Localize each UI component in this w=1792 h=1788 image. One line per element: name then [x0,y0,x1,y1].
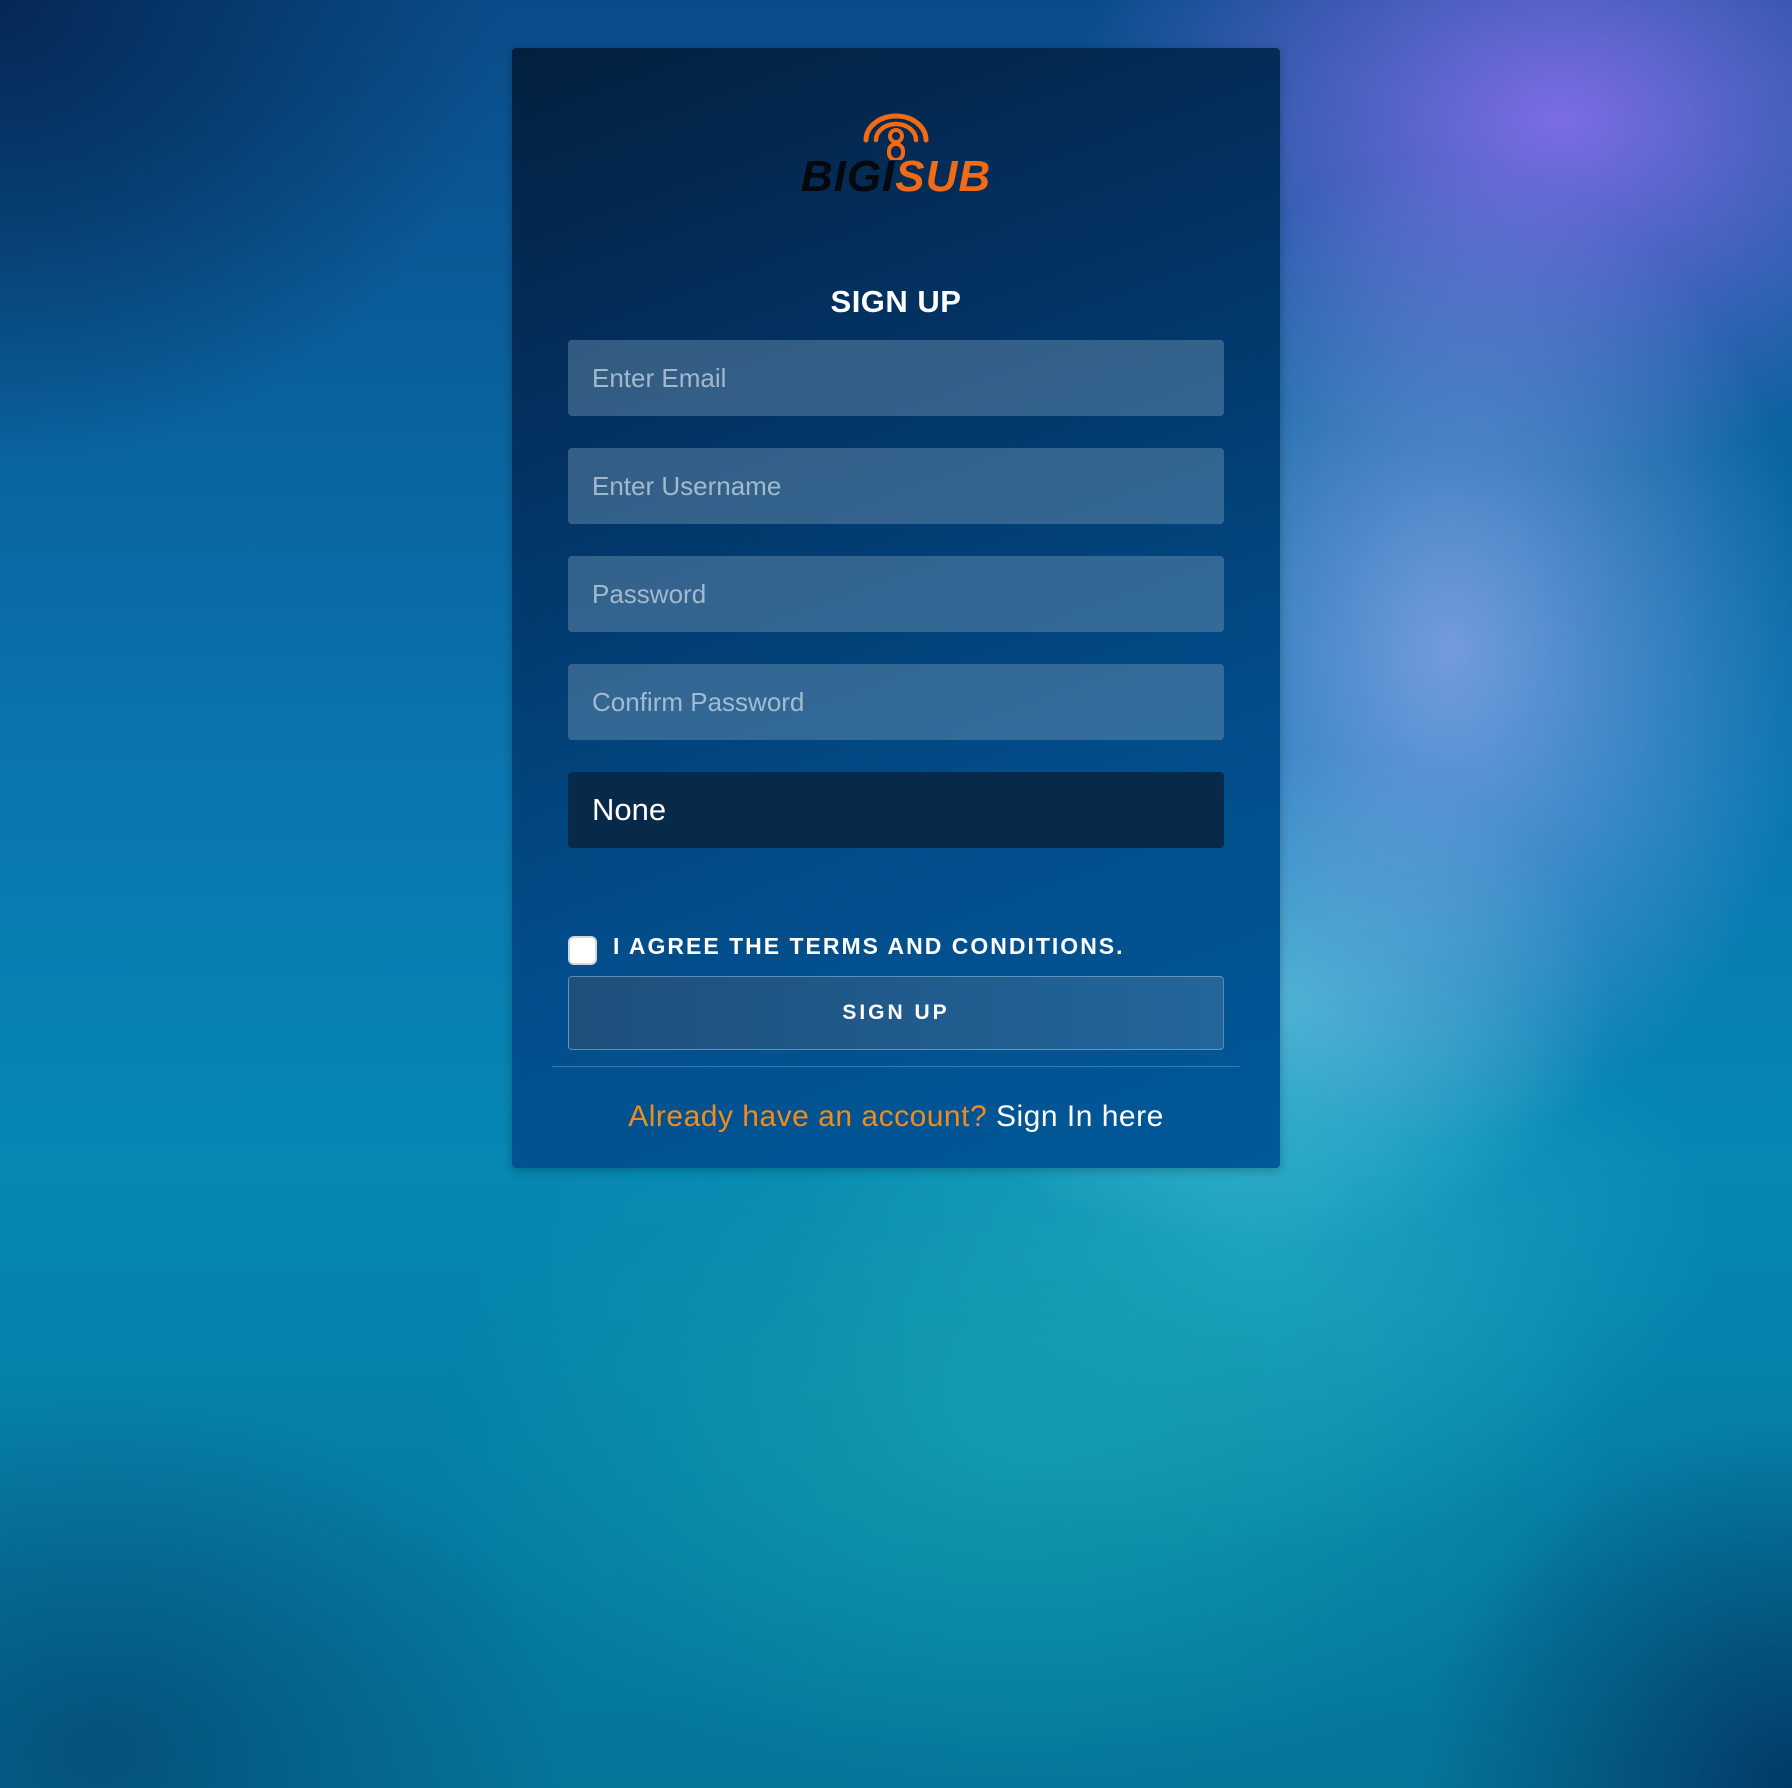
page-title: SIGN UP [830,284,962,319]
username-input[interactable] [568,448,1224,524]
signup-button[interactable]: SIGN UP [568,976,1224,1050]
signup-card: BIGISUB SIGN UP None I AGREE THE TERMS A… [512,48,1280,1168]
divider [552,1066,1240,1067]
brand-logo: BIGISUB [512,110,1280,206]
plan-select-value: None [592,792,667,827]
confirm-password-input[interactable] [568,664,1224,740]
terms-row: I AGREE THE TERMS AND CONDITIONS. [568,928,1125,965]
plan-select[interactable]: None [568,772,1224,848]
brand-wordmark-dark: BIGI [800,152,896,201]
signin-prompt-text: Already have an account? [628,1100,988,1133]
brand-wordmark-orange: SUB [895,152,992,201]
password-input[interactable] [568,556,1224,632]
email-input[interactable] [568,340,1224,416]
terms-checkbox[interactable] [568,936,597,965]
brand-wordmark: BIGISUB [512,150,1280,204]
signin-prompt: Already have an account? Sign In here [512,1100,1280,1134]
signin-link[interactable]: Sign In here [996,1100,1164,1133]
terms-label[interactable]: I AGREE THE TERMS AND CONDITIONS. [613,928,1125,964]
